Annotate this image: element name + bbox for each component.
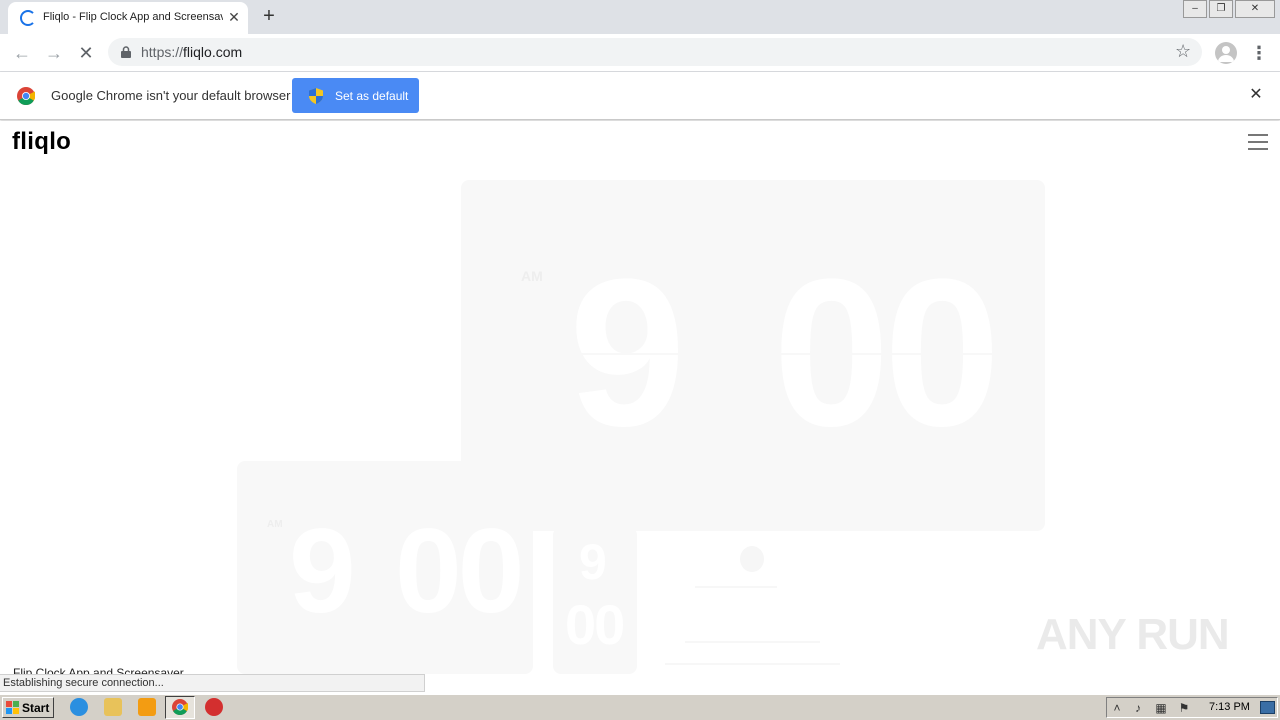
hamburger-menu-icon[interactable] <box>1248 134 1268 150</box>
chrome-icon <box>172 699 188 715</box>
page-content: fliqlo AM 9 00 AM 9 00 9 00 Flip Clock A… <box>0 121 1280 692</box>
url-host: fliqlo.com <box>183 44 243 60</box>
taskbar-chrome-button[interactable] <box>165 696 195 719</box>
tab-strip: Fliqlo - Flip Clock App and Screensaver … <box>0 0 1280 34</box>
device-line <box>665 663 840 665</box>
clock-preview-medium: AM 9 00 <box>237 461 533 674</box>
network-icon[interactable]: ▦ <box>1154 701 1168 715</box>
bookmark-star-icon[interactable]: ☆ <box>1175 41 1191 62</box>
ampm-label: AM <box>521 268 543 284</box>
chrome-logo-icon <box>17 87 35 105</box>
file-explorer-icon[interactable] <box>104 698 122 716</box>
tab-fliqlo[interactable]: Fliqlo - Flip Clock App and Screensaver … <box>8 2 248 34</box>
taskbar-clock[interactable]: 7:13 PM <box>1209 701 1250 713</box>
device-line <box>695 586 777 588</box>
minimize-button[interactable]: – <box>1183 0 1207 18</box>
system-tray: ˄ ♪ ▦ ⚑ 7:13 PM <box>1106 697 1278 718</box>
media-player-icon[interactable] <box>138 698 156 716</box>
action-center-flag-icon[interactable]: ⚑ <box>1177 701 1191 715</box>
stop-loading-button[interactable]: ✕ <box>73 40 99 66</box>
back-button[interactable]: ← <box>9 40 35 66</box>
url-scheme: https:// <box>141 44 184 60</box>
clock-minutes: 00 <box>395 504 524 638</box>
set-as-default-button[interactable]: Set as default <box>292 78 419 113</box>
status-bubble: Establishing secure connection... <box>0 674 425 692</box>
url-text: https://fliqlo.com <box>141 44 242 60</box>
lock-icon <box>121 46 131 58</box>
anyrun-watermark: ANY RUN <box>1036 610 1230 659</box>
start-button[interactable]: Start <box>2 697 54 718</box>
tray-expand-icon[interactable]: ˄ <box>1110 701 1124 715</box>
close-window-button[interactable]: ✕ <box>1235 0 1275 18</box>
uac-shield-icon <box>309 88 323 104</box>
site-logo[interactable]: fliqlo <box>12 128 71 156</box>
profile-avatar-icon[interactable] <box>1215 42 1237 64</box>
clock-preview-large: AM 9 00 <box>461 180 1045 531</box>
clock-hour: 9 <box>289 504 356 638</box>
windows-taskbar: Start ˄ ♪ ▦ ⚑ 7:13 PM <box>0 694 1280 720</box>
default-browser-infobar: Google Chrome isn't your default browser… <box>0 72 1280 120</box>
forward-button[interactable]: → <box>41 40 67 66</box>
show-desktop-icon[interactable] <box>1260 701 1275 714</box>
internet-explorer-icon[interactable] <box>70 698 88 716</box>
opera-stop-icon[interactable] <box>205 698 223 716</box>
new-tab-button[interactable]: + <box>258 6 280 28</box>
set-as-default-label: Set as default <box>335 89 409 103</box>
browser-toolbar: ← → ✕ https://fliqlo.com ☆ ⋮ <box>0 34 1280 72</box>
address-bar[interactable]: https://fliqlo.com ☆ <box>108 38 1202 66</box>
clock-preview-small: 9 00 <box>553 527 637 674</box>
tab-title: Fliqlo - Flip Clock App and Screensaver <box>43 11 223 23</box>
infobar-message: Google Chrome isn't your default browser <box>51 88 291 103</box>
apple-logo-icon <box>740 546 764 572</box>
volume-icon[interactable]: ♪ <box>1131 701 1145 715</box>
start-label: Start <box>22 701 50 715</box>
windows-flag-icon <box>6 701 19 714</box>
tab-close-icon[interactable]: ✕ <box>226 9 242 25</box>
chrome-menu-icon[interactable]: ⋮ <box>1250 42 1268 64</box>
device-line <box>685 641 820 643</box>
flip-divider <box>561 353 1001 355</box>
restore-button[interactable]: ❐ <box>1209 0 1233 18</box>
clock-minutes: 00 <box>565 593 625 656</box>
clock-hour: 9 <box>579 534 607 590</box>
ampm-label: AM <box>267 519 283 530</box>
loading-spinner-icon <box>20 10 36 26</box>
infobar-close-icon[interactable]: ✕ <box>1247 86 1265 104</box>
